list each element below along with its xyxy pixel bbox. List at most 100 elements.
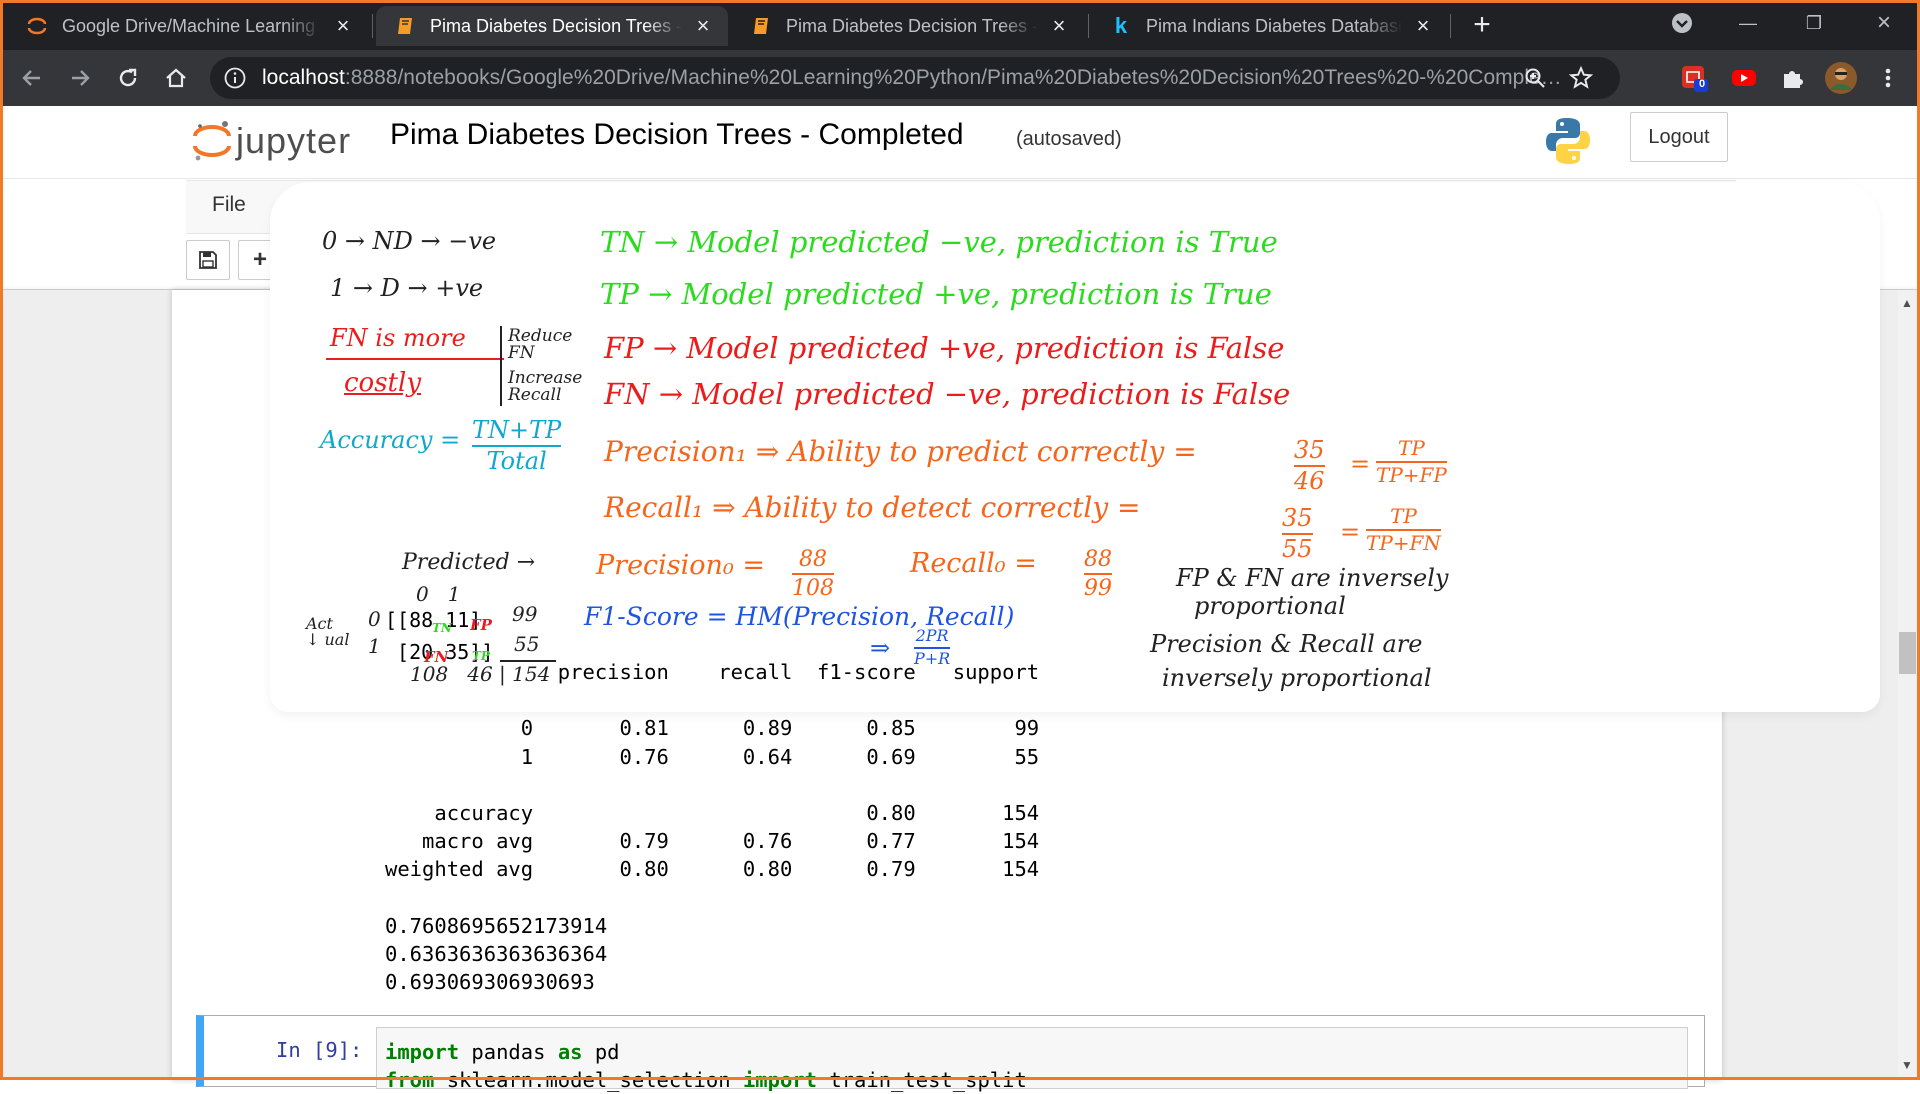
browser-tab-strip: Google Drive/Machine Learning P × Pima D… <box>0 0 1920 50</box>
extension-icon[interactable]: 0 <box>1680 64 1708 92</box>
legend-negative: 0 → ND → −ve <box>322 227 497 255</box>
note-fp-fn-inverse: FP & FN are inversely <box>1176 564 1449 592</box>
note-precision-recall-inverse: Precision & Recall are <box>1150 630 1423 658</box>
browser-menu-icon[interactable] <box>1874 64 1902 92</box>
f1-arrow: ⇒ <box>870 634 891 662</box>
maximize-button[interactable]: ❐ <box>1794 8 1834 38</box>
close-window-button[interactable]: × <box>1864 8 1904 38</box>
recall-equals: = <box>1340 518 1361 546</box>
precision-formula-numerator: TP <box>1398 436 1425 460</box>
home-icon <box>166 68 186 88</box>
menu-file[interactable]: File <box>212 193 246 217</box>
precision0-numerator: 88 <box>799 547 827 572</box>
browser-tab-1[interactable]: Google Drive/Machine Learning P × <box>8 6 368 46</box>
tab-title: Pima Indians Diabetes Database <box>1146 15 1402 36</box>
profile-avatar[interactable] <box>1824 61 1858 95</box>
precision0-fraction: 88 108 <box>792 548 834 600</box>
output-line: 0.7608695652173914 <box>385 913 608 938</box>
row-total-2: 55 <box>514 632 540 656</box>
note-actual-rows: 0 1 <box>368 607 381 658</box>
recall0-denominator: 99 <box>1084 576 1112 602</box>
browser-toolbar: localhost:8888/notebooks/Google%20Drive/… <box>0 50 1920 106</box>
address-bar[interactable]: localhost:8888/notebooks/Google%20Drive/… <box>210 57 1620 99</box>
url-text[interactable]: localhost:8888/notebooks/Google%20Drive/… <box>262 57 1562 99</box>
scroll-down-arrow-icon[interactable]: ▼ <box>1901 1058 1913 1072</box>
output-line: weighted avg 0.80 0.80 0.79 154 <box>385 857 1040 882</box>
recall-formula-denominator: TP+FN <box>1366 531 1441 555</box>
close-icon[interactable]: × <box>1412 15 1434 37</box>
tab-separator <box>1450 14 1451 38</box>
precision-fraction: 35 46 <box>1294 436 1325 496</box>
precision-numerator: 35 <box>1294 436 1325 464</box>
note-increase-recall: Increase Recall <box>508 368 583 405</box>
precision-formula: TP TP+FP <box>1376 438 1447 486</box>
browser-tab-2[interactable]: Pima Diabetes Decision Trees - C × <box>376 6 728 46</box>
save-button[interactable] <box>186 240 230 280</box>
row-total-1: 99 <box>512 602 538 626</box>
notebook-title[interactable]: Pima Diabetes Decision Trees - Completed <box>390 118 964 152</box>
home-button[interactable] <box>160 62 192 94</box>
underline <box>326 358 504 360</box>
cell-prompt: In [9]: <box>276 1038 363 1062</box>
note-fn-costly-1: FN is more <box>330 324 466 352</box>
precision-denominator: 46 <box>1294 467 1325 496</box>
scroll-up-arrow-icon[interactable]: ▲ <box>1901 296 1913 310</box>
info-icon[interactable] <box>224 67 246 89</box>
forward-button[interactable] <box>64 62 96 94</box>
scrollbar-thumb[interactable] <box>1899 632 1916 674</box>
code-token: sklearn.model_selection <box>434 1068 743 1092</box>
minimize-button[interactable]: — <box>1728 8 1768 38</box>
output-line: accuracy 0.80 154 <box>385 801 1040 826</box>
url-path: :8888/notebooks/Google%20Drive/Machine%2… <box>344 66 1562 89</box>
code-keyword: import <box>742 1068 817 1092</box>
tab-separator <box>1088 14 1089 38</box>
code-text[interactable]: import pandas as pd from sklearn.model_s… <box>385 1038 1027 1094</box>
python-logo-icon <box>1546 118 1590 164</box>
divider-stroke <box>500 326 502 406</box>
precision-formula-denominator: TP+FP <box>1376 463 1447 487</box>
youtube-extension-icon[interactable] <box>1730 64 1758 92</box>
note-fn-costly-2: costly <box>344 368 422 398</box>
close-icon[interactable]: × <box>692 15 714 37</box>
accuracy-denominator: Total <box>486 447 547 476</box>
output-line: precision recall f1-score support <box>385 660 1040 684</box>
logout-button[interactable]: Logout <box>1630 112 1728 162</box>
autosave-status: (autosaved) <box>1016 128 1122 150</box>
close-icon[interactable]: × <box>1048 15 1070 37</box>
browser-tab-3[interactable]: Pima Diabetes Decision Trees - Te × <box>732 6 1084 46</box>
note-tp: TP → Model predicted +ve, prediction is … <box>600 277 1272 311</box>
close-icon[interactable]: × <box>332 15 354 37</box>
reload-icon <box>119 68 137 87</box>
notebook-icon <box>394 15 416 37</box>
reload-button[interactable] <box>112 62 144 94</box>
kaggle-icon: k <box>1114 13 1128 38</box>
recall-formula-numerator: TP <box>1390 504 1417 528</box>
extension-badge: 0 <box>1699 78 1706 90</box>
cm-tn-label: TN <box>432 621 452 635</box>
new-tab-button[interactable]: + <box>1466 10 1498 42</box>
note-predicted-columns: 0 1 <box>416 582 461 606</box>
note-predicted-arrow: Predicted → <box>402 550 536 575</box>
tab-title: Pima Diabetes Decision Trees - Te <box>786 15 1038 36</box>
zoom-icon[interactable] <box>1524 67 1546 89</box>
precision-equals: = <box>1350 450 1371 478</box>
output-line: 1 0.76 0.64 0.69 55 <box>385 744 1040 769</box>
jupyter-header: jupyter Pima Diabetes Decision Trees - C… <box>0 106 1920 178</box>
note-precision0-label: Precision₀ = <box>596 550 765 581</box>
forward-arrow-icon <box>72 70 90 86</box>
code-token: pd <box>582 1040 620 1064</box>
jupyter-logo[interactable]: jupyter <box>192 116 352 166</box>
extensions-puzzle-icon[interactable] <box>1778 64 1806 92</box>
code-keyword: as <box>557 1040 583 1064</box>
recall-fraction: 35 55 <box>1282 505 1313 562</box>
tab-search-button[interactable] <box>1662 8 1702 38</box>
f1-numerator: 2PR <box>915 626 949 645</box>
back-arrow-icon <box>22 70 40 86</box>
bookmark-star-icon[interactable] <box>1568 65 1594 91</box>
tab-title: Pima Diabetes Decision Trees - C <box>430 15 682 36</box>
scrollbar[interactable] <box>1898 290 1917 1077</box>
tab-title: Google Drive/Machine Learning P <box>62 15 322 36</box>
tab-separator <box>372 14 373 38</box>
browser-tab-4[interactable]: k Pima Indians Diabetes Database × <box>1092 6 1448 46</box>
back-button[interactable] <box>16 62 48 94</box>
